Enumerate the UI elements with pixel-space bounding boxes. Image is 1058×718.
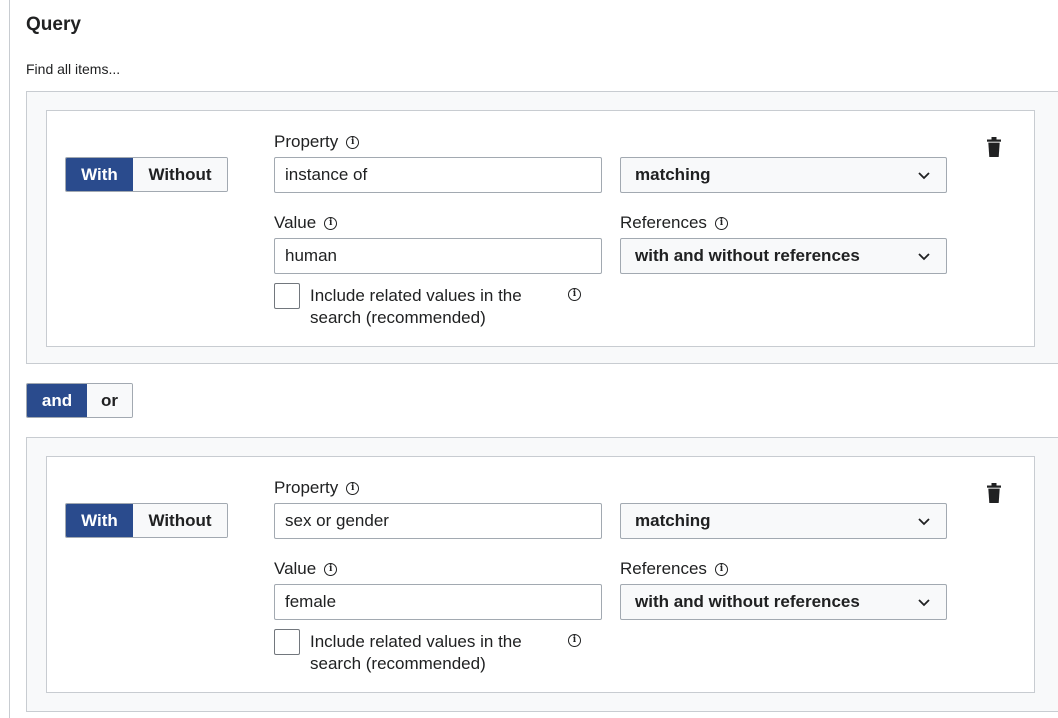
matching-select-value-1: matching	[635, 165, 711, 184]
with-button-1[interactable]: With	[66, 158, 133, 191]
and-button[interactable]: and	[27, 384, 87, 417]
matching-select-2[interactable]: matching	[620, 503, 947, 539]
without-button-2[interactable]: Without	[133, 504, 227, 537]
chevron-down-icon	[918, 599, 930, 607]
info-icon[interactable]: i	[568, 288, 581, 301]
without-button-1[interactable]: Without	[133, 158, 227, 191]
chevron-down-icon	[918, 172, 930, 180]
property-input-1[interactable]: instance of	[274, 157, 602, 193]
value-input-2[interactable]: female	[274, 584, 602, 620]
and-or-toggle: and or	[26, 383, 133, 418]
info-icon[interactable]: i	[714, 216, 728, 230]
include-related-label-2: Include related values in the search (re…	[310, 632, 522, 673]
info-icon[interactable]: i	[324, 216, 338, 230]
trash-icon[interactable]	[987, 137, 1001, 157]
page-edge-divider	[9, 0, 10, 718]
or-button[interactable]: or	[87, 384, 132, 417]
references-label-1: References i	[620, 213, 728, 233]
property-label-1: Property i	[274, 132, 360, 152]
value-label-2: Value i	[274, 559, 338, 579]
include-related-label-1: Include related values in the search (re…	[310, 286, 522, 327]
info-icon[interactable]: i	[346, 135, 360, 149]
condition-card-2: With Without Property i sex or gender ma…	[46, 456, 1035, 693]
include-related-checkbox-1[interactable]	[274, 283, 300, 309]
condition-card-1: With Without Property i instance of matc…	[46, 110, 1035, 347]
matching-select-1[interactable]: matching	[620, 157, 947, 193]
chevron-down-icon	[918, 253, 930, 261]
references-select-2[interactable]: with and without references	[620, 584, 947, 620]
trash-icon[interactable]	[987, 483, 1001, 503]
property-label-2: Property i	[274, 478, 360, 498]
with-without-toggle-2: With Without	[65, 503, 228, 538]
chevron-down-icon	[918, 518, 930, 526]
property-input-2[interactable]: sex or gender	[274, 503, 602, 539]
info-icon[interactable]: i	[324, 562, 338, 576]
info-icon[interactable]: i	[568, 634, 581, 647]
references-select-value-2: with and without references	[635, 592, 860, 611]
query-subtitle: Find all items...	[26, 61, 121, 77]
matching-select-value-2: matching	[635, 511, 711, 530]
condition-group-1: With Without Property i instance of matc…	[26, 91, 1058, 364]
info-icon[interactable]: i	[346, 481, 360, 495]
value-input-1[interactable]: human	[274, 238, 602, 274]
info-icon[interactable]: i	[714, 562, 728, 576]
condition-group-2: With Without Property i sex or gender ma…	[26, 437, 1058, 712]
references-select-value-1: with and without references	[635, 246, 860, 265]
value-label-1: Value i	[274, 213, 338, 233]
page-title: Query	[26, 14, 81, 35]
references-select-1[interactable]: with and without references	[620, 238, 947, 274]
with-button-2[interactable]: With	[66, 504, 133, 537]
with-without-toggle-1: With Without	[65, 157, 228, 192]
references-label-2: References i	[620, 559, 728, 579]
include-related-checkbox-2[interactable]	[274, 629, 300, 655]
